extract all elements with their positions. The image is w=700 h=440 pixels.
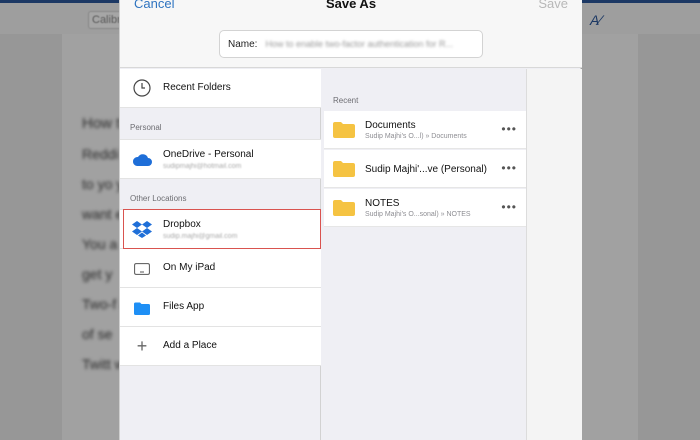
- section-personal-label: Personal: [130, 123, 162, 132]
- more-options-icon[interactable]: •••: [501, 200, 517, 214]
- section-other-label: Other Locations: [130, 194, 187, 203]
- folder-name: NOTES: [365, 198, 400, 209]
- folder-icon: [333, 122, 355, 138]
- files-app-item[interactable]: Files App: [120, 288, 321, 327]
- onedrive-personal-item[interactable]: OneDrive - Personal sudipmajhi@hotmail.c…: [120, 139, 321, 179]
- add-place-label: Add a Place: [163, 340, 217, 351]
- file-name-field[interactable]: Name: How to enable two-factor authentic…: [219, 30, 483, 58]
- on-my-ipad-label: On My iPad: [163, 262, 216, 273]
- dropbox-highlight-box: [123, 209, 321, 249]
- ipad-icon: [132, 259, 152, 279]
- folder-path: Sudip Majhi's O...l) » Documents: [365, 133, 467, 140]
- add-place-item[interactable]: + Add a Place: [120, 327, 321, 366]
- folder-name: Documents: [365, 120, 416, 131]
- more-options-icon[interactable]: •••: [501, 161, 517, 175]
- onedrive-cloud-icon: [132, 150, 152, 170]
- folder-icon: [333, 161, 355, 177]
- onedrive-account: sudipmajhi@hotmail.com: [163, 163, 242, 170]
- clock-icon: [132, 78, 152, 98]
- sheet-title: Save As: [325, 0, 377, 11]
- save-button[interactable]: Save: [538, 0, 568, 11]
- recent-folder-documents[interactable]: Documents Sudip Majhi's O...l) » Documen…: [324, 111, 527, 149]
- files-folder-icon: [132, 298, 152, 318]
- plus-icon: +: [136, 335, 148, 356]
- recent-folders-item[interactable]: Recent Folders: [120, 69, 321, 108]
- onedrive-label: OneDrive - Personal: [163, 149, 254, 160]
- more-options-icon[interactable]: •••: [501, 122, 517, 136]
- files-app-label: Files App: [163, 301, 205, 312]
- on-my-ipad-item[interactable]: On My iPad: [120, 249, 321, 288]
- sheet-navbar: Cancel Save As Save Name: How to enable …: [120, 0, 582, 68]
- folder-name: Sudip Majhi'...ve (Personal): [365, 164, 487, 175]
- recent-folders-label: Recent Folders: [163, 82, 231, 93]
- right-gutter: [526, 69, 582, 440]
- folder-path: Sudip Majhi's O...sonal) » NOTES: [365, 211, 471, 218]
- recent-folder-notes[interactable]: NOTES Sudip Majhi's O...sonal) » NOTES •…: [324, 189, 527, 227]
- name-label: Name:: [228, 38, 258, 50]
- locations-pane: Recent Folders Personal OneDrive - Perso…: [120, 69, 321, 440]
- save-as-sheet: Cancel Save As Save Name: How to enable …: [119, 0, 582, 440]
- file-name-input[interactable]: How to enable two-factor authentication …: [265, 39, 453, 49]
- folder-icon: [333, 200, 355, 216]
- recent-section-label: Recent: [333, 96, 359, 105]
- recent-folder-onedrive[interactable]: Sudip Majhi'...ve (Personal) •••: [324, 150, 527, 188]
